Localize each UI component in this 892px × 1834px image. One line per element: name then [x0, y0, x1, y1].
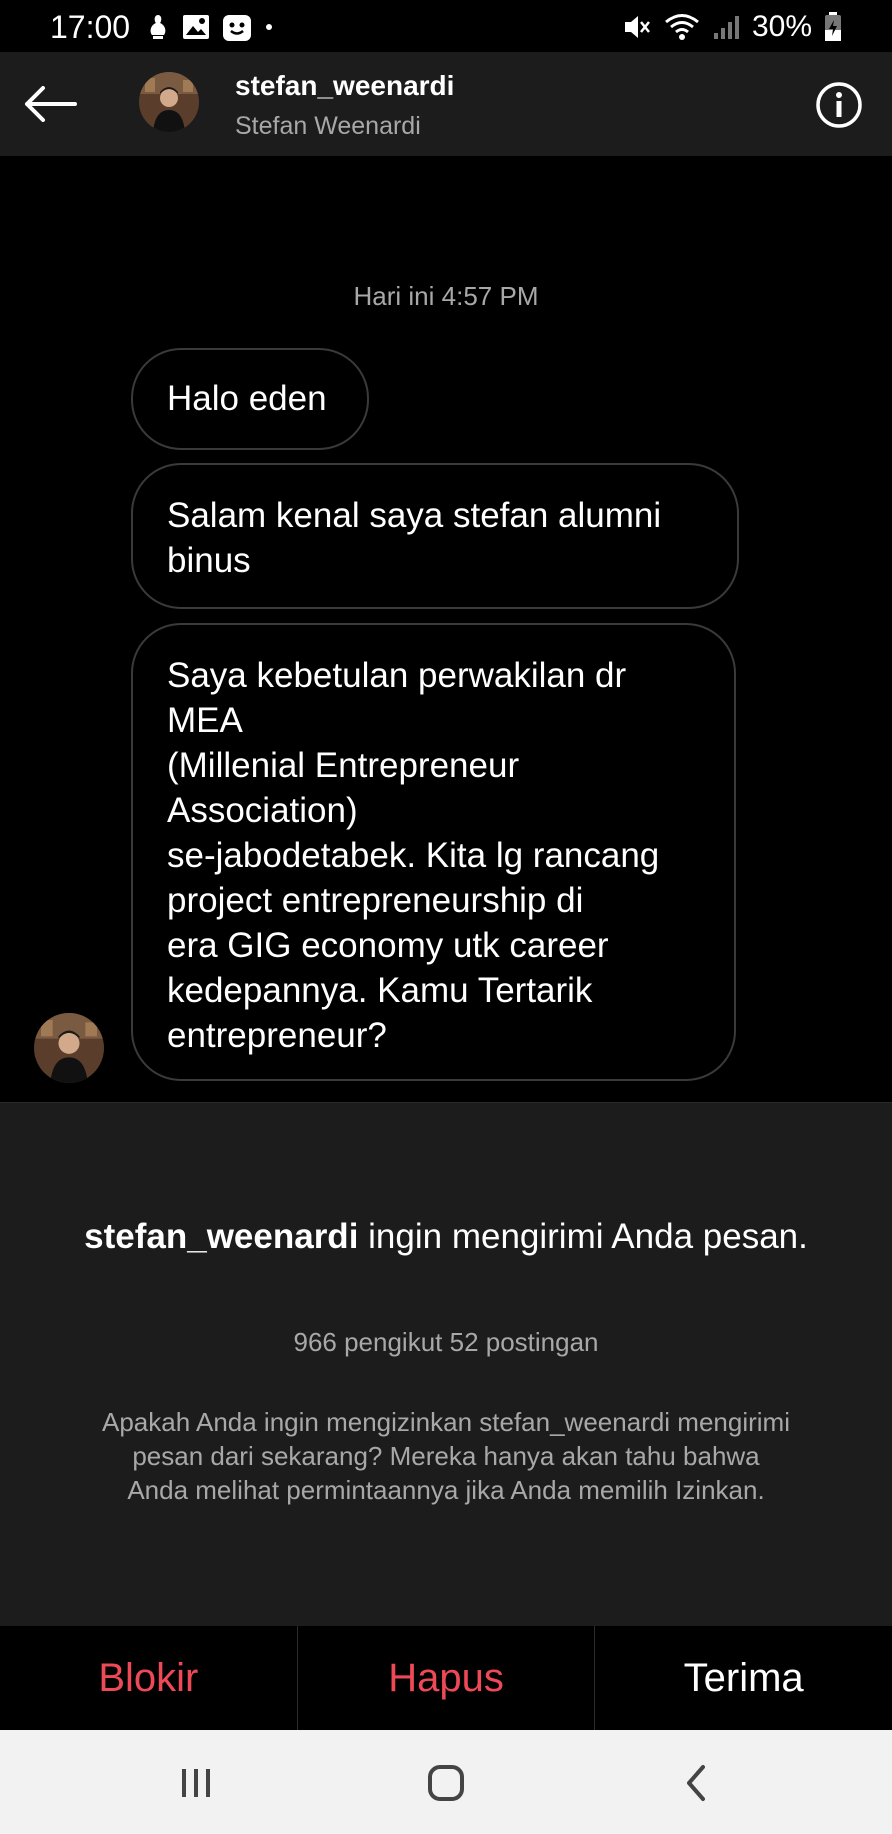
- profile-photo: [139, 72, 199, 132]
- status-time: 17:00: [50, 9, 131, 45]
- message-thread: Hari ini 4:57 PM Halo eden Salam kenal s…: [0, 156, 892, 1102]
- chevron-left-icon: [687, 1765, 705, 1801]
- accept-button[interactable]: Terima: [595, 1626, 892, 1730]
- message-bubble[interactable]: Halo eden: [131, 348, 369, 450]
- back-button[interactable]: [22, 78, 78, 130]
- header-fullname: Stefan Weenardi: [235, 112, 421, 140]
- signal-icon: [713, 16, 739, 39]
- message-bubble[interactable]: Salam kenal saya stefan alumni binus: [131, 463, 739, 609]
- system-icons: 30%: [622, 10, 842, 44]
- app-notification-icon: [150, 15, 166, 39]
- info-button[interactable]: [814, 80, 864, 130]
- home-icon: [428, 1765, 464, 1801]
- recents-icon: [182, 1769, 210, 1797]
- screen: 17:00 30% stefan_weenardi Stefan Weenard…: [0, 0, 892, 1834]
- profile-photo: [34, 1013, 104, 1083]
- mute-icon: [624, 16, 650, 38]
- thread-header: stefan_weenardi Stefan Weenardi: [0, 52, 892, 156]
- timestamp: Hari ini 4:57 PM: [353, 281, 539, 311]
- wifi-icon: [665, 14, 699, 40]
- request-username[interactable]: stefan_weenardi: [84, 1217, 358, 1256]
- sender-avatar[interactable]: [34, 1013, 104, 1083]
- block-button[interactable]: Blokir: [0, 1626, 298, 1730]
- message-request-panel: stefan_weenardi ingin mengirimi Anda pes…: [0, 1102, 892, 1626]
- header-username[interactable]: stefan_weenardi: [235, 70, 454, 102]
- system-back-button[interactable]: [666, 1758, 726, 1808]
- request-title-text: ingin mengirimi Anda pesan.: [358, 1217, 808, 1256]
- request-stats: 966 pengikut 52 postingan: [293, 1327, 599, 1357]
- info-icon: [816, 82, 862, 128]
- navigation-bar: [0, 1730, 892, 1834]
- dot-icon: [266, 24, 272, 30]
- avatar[interactable]: [139, 72, 199, 132]
- request-description: Apakah Anda ingin mengizinkan stefan_wee…: [102, 1407, 790, 1505]
- battery-icon: [825, 12, 841, 41]
- request-actions: Blokir Hapus Terima: [0, 1626, 892, 1730]
- recents-button[interactable]: [166, 1758, 226, 1808]
- request-title: stefan_weenardi ingin mengirimi Anda pes…: [60, 1214, 832, 1259]
- arrow-left-icon: [25, 86, 77, 122]
- battery-percent: 30%: [751, 10, 812, 43]
- notification-icons: [146, 12, 274, 42]
- status-bar: 17:00 30%: [0, 0, 892, 52]
- delete-button[interactable]: Hapus: [298, 1626, 596, 1730]
- image-icon: [183, 15, 209, 39]
- camera-app-icon: [223, 15, 251, 41]
- message-bubble[interactable]: Saya kebetulan perwakilan dr MEA (Millen…: [131, 623, 736, 1081]
- home-button[interactable]: [416, 1758, 476, 1808]
